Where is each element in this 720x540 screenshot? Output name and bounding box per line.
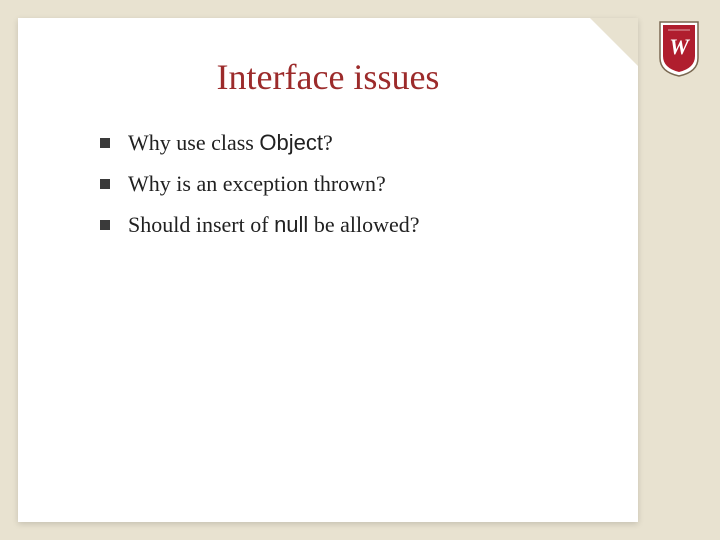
list-item: Why is an exception thrown? xyxy=(100,167,598,200)
list-item: Why use class Object? xyxy=(100,126,598,159)
slide-title: Interface issues xyxy=(18,18,638,126)
svg-text:W: W xyxy=(669,34,690,59)
corner-fold xyxy=(590,18,638,66)
bullet-icon xyxy=(100,179,110,189)
slide-content: Why use class Object? Why is an exceptio… xyxy=(18,126,638,241)
wisconsin-crest-icon: W xyxy=(658,20,700,78)
list-item: Should insert of null be allowed? xyxy=(100,208,598,241)
bullet-text: Why is an exception thrown? xyxy=(128,167,386,200)
slide-panel: Interface issues Why use class Object? W… xyxy=(18,18,638,522)
bullet-text: Should insert of null be allowed? xyxy=(128,208,419,241)
bullet-icon xyxy=(100,220,110,230)
bullet-icon xyxy=(100,138,110,148)
bullet-text: Why use class Object? xyxy=(128,126,333,159)
